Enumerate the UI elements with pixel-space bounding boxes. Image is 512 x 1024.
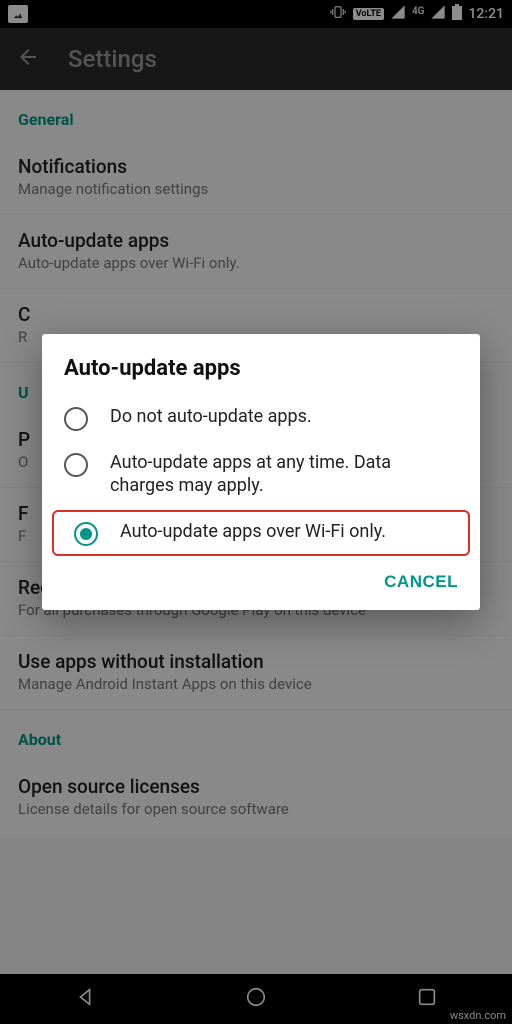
cancel-button[interactable]: CANCEL [384, 572, 458, 592]
radio-option-wifi[interactable]: Auto-update apps over Wi-Fi only. [52, 510, 470, 556]
radio-dot [80, 528, 92, 540]
radio-label: Do not auto-update apps. [110, 405, 312, 428]
radio-icon-selected [74, 522, 98, 546]
radio-label: Auto-update apps at any time. Data charg… [110, 451, 458, 498]
radio-icon [64, 407, 88, 431]
radio-option-anytime[interactable]: Auto-update apps at any time. Data charg… [42, 441, 480, 508]
watermark: wsxdn.com [450, 1009, 506, 1022]
dialog-title: Auto-update apps [42, 334, 480, 395]
dialog-actions: CANCEL [42, 558, 480, 598]
radio-label: Auto-update apps over Wi-Fi only. [120, 520, 386, 543]
radio-icon [64, 453, 88, 477]
radio-option-none[interactable]: Do not auto-update apps. [42, 395, 480, 441]
dialog-autoupdate: Auto-update apps Do not auto-update apps… [42, 334, 480, 610]
